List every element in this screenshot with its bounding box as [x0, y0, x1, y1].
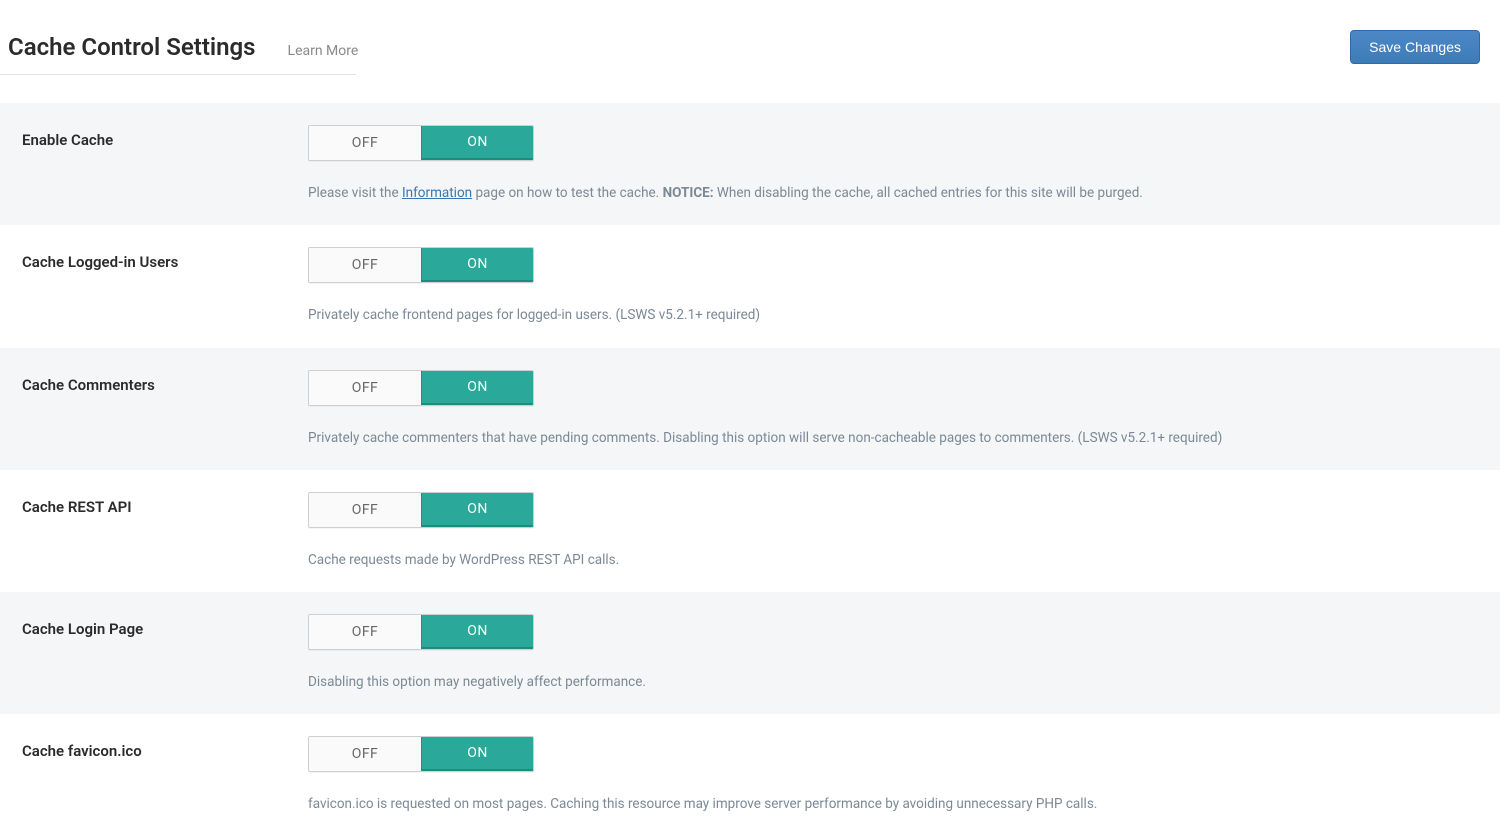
setting-content: OFF ON Privately cache commenters that h…	[308, 370, 1500, 448]
setting-content: OFF ON Please visit the Information page…	[308, 125, 1500, 203]
setting-cache-rest-api: Cache REST API OFF ON Cache requests mad…	[0, 470, 1500, 592]
setting-description: Privately cache commenters that have pen…	[308, 428, 1500, 448]
desc-text: When disabling the cache, all cached ent…	[714, 185, 1143, 201]
toggle-on[interactable]: ON	[421, 493, 533, 527]
setting-description: Cache requests made by WordPress REST AP…	[308, 550, 1500, 570]
toggle-cache-favicon[interactable]: OFF ON	[308, 736, 534, 772]
toggle-off[interactable]: OFF	[309, 615, 421, 649]
desc-text: Please visit the	[308, 185, 402, 201]
information-link[interactable]: Information	[402, 185, 472, 201]
toggle-on[interactable]: ON	[421, 126, 533, 160]
toggle-on[interactable]: ON	[421, 371, 533, 405]
learn-more-link[interactable]: Learn More	[288, 43, 359, 59]
setting-cache-login-page: Cache Login Page OFF ON Disabling this o…	[0, 592, 1500, 714]
setting-description: favicon.ico is requested on most pages. …	[308, 794, 1500, 814]
toggle-off[interactable]: OFF	[309, 737, 421, 771]
toggle-cache-rest-api[interactable]: OFF ON	[308, 492, 534, 528]
header-left: Cache Control Settings Learn More	[8, 33, 358, 61]
setting-label: Cache REST API	[22, 492, 308, 570]
setting-label: Cache Commenters	[22, 370, 308, 448]
setting-enable-cache: Enable Cache OFF ON Please visit the Inf…	[0, 103, 1500, 225]
toggle-cache-logged-in[interactable]: OFF ON	[308, 247, 534, 283]
setting-content: OFF ON favicon.ico is requested on most …	[308, 736, 1500, 814]
desc-text: page on how to test the cache.	[472, 185, 662, 201]
page-title: Cache Control Settings	[8, 33, 256, 61]
toggle-enable-cache[interactable]: OFF ON	[308, 125, 534, 161]
setting-cache-favicon: Cache favicon.ico OFF ON favicon.ico is …	[0, 714, 1500, 836]
setting-content: OFF ON Privately cache frontend pages fo…	[308, 247, 1500, 325]
toggle-off[interactable]: OFF	[309, 126, 421, 160]
setting-label: Cache Logged-in Users	[22, 247, 308, 325]
title-underline	[0, 74, 356, 75]
toggle-on[interactable]: ON	[421, 248, 533, 282]
setting-label: Enable Cache	[22, 125, 308, 203]
setting-label: Cache Login Page	[22, 614, 308, 692]
toggle-off[interactable]: OFF	[309, 371, 421, 405]
setting-cache-logged-in: Cache Logged-in Users OFF ON Privately c…	[0, 225, 1500, 347]
setting-cache-commenters: Cache Commenters OFF ON Privately cache …	[0, 348, 1500, 470]
toggle-on[interactable]: ON	[421, 615, 533, 649]
setting-description: Privately cache frontend pages for logge…	[308, 305, 1500, 325]
toggle-off[interactable]: OFF	[309, 248, 421, 282]
setting-description: Disabling this option may negatively aff…	[308, 672, 1500, 692]
toggle-cache-commenters[interactable]: OFF ON	[308, 370, 534, 406]
setting-content: OFF ON Disabling this option may negativ…	[308, 614, 1500, 692]
setting-description: Please visit the Information page on how…	[308, 183, 1500, 203]
setting-label: Cache favicon.ico	[22, 736, 308, 814]
toggle-off[interactable]: OFF	[309, 493, 421, 527]
save-changes-button[interactable]: Save Changes	[1350, 30, 1480, 64]
page-header: Cache Control Settings Learn More Save C…	[0, 0, 1500, 74]
desc-notice: NOTICE:	[663, 185, 714, 201]
toggle-cache-login-page[interactable]: OFF ON	[308, 614, 534, 650]
toggle-on[interactable]: ON	[421, 737, 533, 771]
setting-content: OFF ON Cache requests made by WordPress …	[308, 492, 1500, 570]
